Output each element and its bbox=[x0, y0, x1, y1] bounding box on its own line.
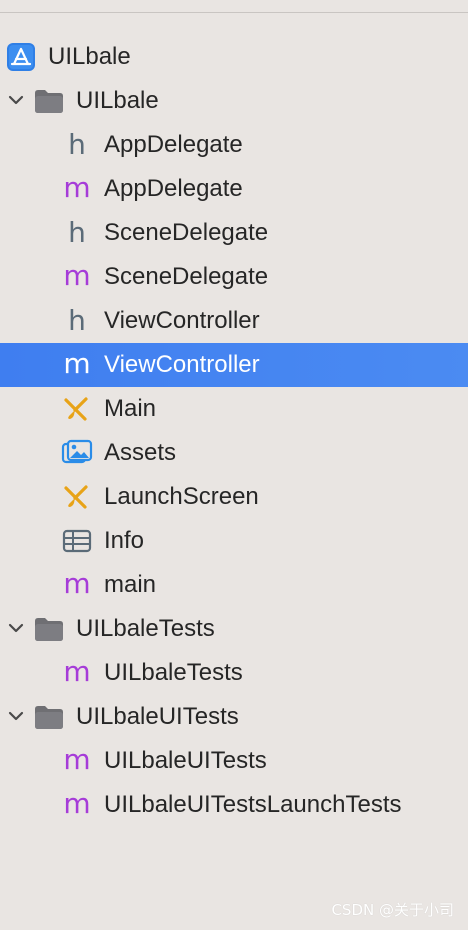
asset-catalog-icon bbox=[61, 438, 93, 468]
file-label: ViewController bbox=[104, 351, 260, 378]
group-label: UILbaleUITests bbox=[76, 703, 239, 730]
project-label: UILbale bbox=[48, 43, 131, 70]
file-row-viewcontroller-h[interactable]: h ViewController bbox=[0, 299, 468, 343]
chevron-down-icon[interactable] bbox=[6, 706, 26, 726]
file-row-main-m[interactable]: m main bbox=[0, 563, 468, 607]
file-row-uilbaletests-m[interactable]: m UILbaleTests bbox=[0, 651, 468, 695]
file-row-appdelegate-m[interactable]: m AppDelegate bbox=[0, 167, 468, 211]
top-divider bbox=[0, 12, 468, 13]
group-row-uilbaletests[interactable]: UILbaleTests bbox=[0, 607, 468, 651]
file-row-viewcontroller-m-selected[interactable]: m ViewController bbox=[0, 343, 468, 387]
chevron-down-icon[interactable] bbox=[6, 618, 26, 638]
header-file-icon: h bbox=[68, 128, 86, 161]
file-label: AppDelegate bbox=[104, 131, 243, 158]
storyboard-icon bbox=[61, 482, 93, 512]
objc-file-icon: m bbox=[63, 567, 91, 600]
objc-file-icon: m bbox=[63, 347, 91, 380]
file-label: UILbaleTests bbox=[104, 659, 243, 686]
file-row-uilbaleuitests-m[interactable]: m UILbaleUITests bbox=[0, 739, 468, 783]
objc-file-icon: m bbox=[63, 655, 91, 688]
group-row-uilbale[interactable]: UILbale bbox=[0, 79, 468, 123]
folder-icon bbox=[33, 702, 65, 732]
file-row-assets[interactable]: Assets bbox=[0, 431, 468, 475]
file-label: ViewController bbox=[104, 307, 260, 334]
file-label: LaunchScreen bbox=[104, 483, 259, 510]
group-row-uilbaleuitests[interactable]: UILbaleUITests bbox=[0, 695, 468, 739]
file-label: UILbaleUITests bbox=[104, 747, 267, 774]
xcode-project-icon bbox=[5, 42, 37, 72]
file-row-scenedelegate-m[interactable]: m SceneDelegate bbox=[0, 255, 468, 299]
objc-file-icon: m bbox=[63, 787, 91, 820]
objc-file-icon: m bbox=[63, 259, 91, 292]
storyboard-icon bbox=[61, 394, 93, 424]
file-label: UILbaleUITestsLaunchTests bbox=[104, 791, 402, 818]
objc-file-icon: m bbox=[63, 743, 91, 776]
project-row[interactable]: UILbale bbox=[0, 35, 468, 79]
file-label: SceneDelegate bbox=[104, 263, 269, 290]
watermark: CSDN @关于小司 bbox=[331, 901, 454, 919]
file-row-appdelegate-h[interactable]: h AppDelegate bbox=[0, 123, 468, 167]
objc-file-icon: m bbox=[63, 171, 91, 204]
file-label: main bbox=[104, 571, 157, 598]
file-row-info-plist[interactable]: Info bbox=[0, 519, 468, 563]
file-label: AppDelegate bbox=[104, 175, 243, 202]
file-row-scenedelegate-h[interactable]: h SceneDelegate bbox=[0, 211, 468, 255]
folder-icon bbox=[33, 614, 65, 644]
file-label: Info bbox=[104, 527, 145, 554]
file-row-uilbaleuitestslaunchtests-m[interactable]: m UILbaleUITestsLaunchTests bbox=[0, 783, 468, 827]
file-label: Assets bbox=[104, 439, 177, 466]
file-label: SceneDelegate bbox=[104, 219, 269, 246]
plist-icon bbox=[61, 526, 93, 556]
chevron-down-icon[interactable] bbox=[6, 90, 26, 110]
group-label: UILbale bbox=[76, 87, 159, 114]
project-navigator: UILbale UILbale h AppDelegate m AppDeleg… bbox=[0, 35, 468, 827]
file-label: Main bbox=[104, 395, 157, 422]
folder-icon bbox=[33, 86, 65, 116]
file-row-launchscreen[interactable]: LaunchScreen bbox=[0, 475, 468, 519]
file-row-main-storyboard[interactable]: Main bbox=[0, 387, 468, 431]
group-label: UILbaleTests bbox=[76, 615, 215, 642]
header-file-icon: h bbox=[68, 304, 86, 337]
header-file-icon: h bbox=[68, 216, 86, 249]
